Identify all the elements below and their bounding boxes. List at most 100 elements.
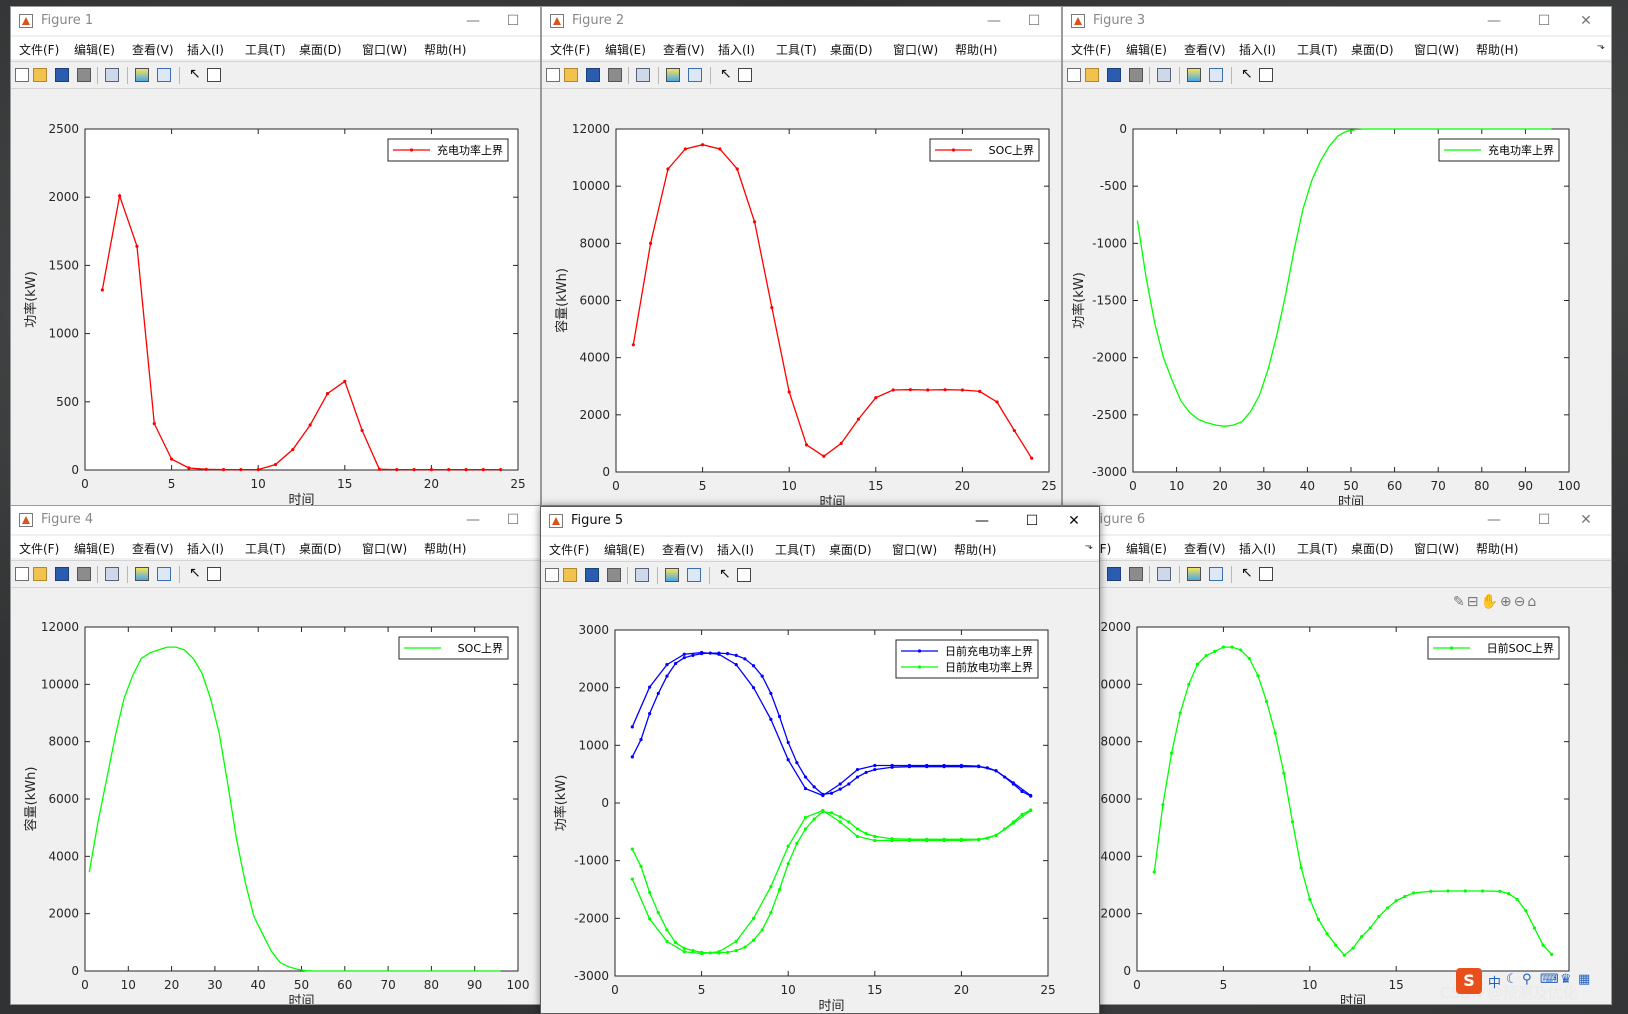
link-plot-icon[interactable] (1157, 567, 1171, 581)
link-plot-icon[interactable] (1157, 68, 1171, 82)
colorbar-icon[interactable] (1187, 68, 1201, 82)
menu-item[interactable]: 编辑(E) (605, 41, 646, 58)
minimize-button[interactable]: — (1481, 11, 1507, 31)
menu-item[interactable]: 插入(I) (1239, 41, 1276, 58)
colorbar-icon[interactable] (1187, 567, 1201, 581)
property-inspector-icon[interactable] (207, 567, 221, 581)
menu-item[interactable]: 工具(T) (245, 540, 286, 557)
pan-icon[interactable]: ✋ (1480, 594, 1499, 610)
menu-item[interactable]: 编辑(E) (74, 540, 115, 557)
menu-item[interactable]: 工具(T) (245, 41, 286, 58)
chinese-input-icon[interactable]: 中 (1488, 972, 1501, 991)
fold-toolbar-icon[interactable]: ⬎ (1597, 41, 1605, 52)
maximize-button[interactable]: ☐ (1019, 511, 1045, 531)
property-inspector-icon[interactable] (207, 68, 221, 82)
shirt-icon[interactable]: ♛ (1560, 972, 1572, 987)
menu-item[interactable]: 窗口(W) (893, 41, 938, 58)
save-figure-icon[interactable] (55, 567, 69, 581)
link-plot-icon[interactable] (105, 567, 119, 581)
edit-plot-pointer-icon[interactable]: ↖ (720, 67, 734, 81)
title-bar[interactable]: Figure 6 — ☐ ✕ (1063, 506, 1611, 534)
legend-icon[interactable] (157, 68, 171, 82)
close-button[interactable]: ✕ (1573, 11, 1599, 31)
print-figure-icon[interactable] (1129, 567, 1143, 581)
menu-item[interactable]: 帮助(H) (955, 41, 997, 58)
menu-item[interactable]: 桌面(D) (830, 41, 873, 58)
menu-item[interactable]: 编辑(E) (74, 41, 115, 58)
zoom-out-icon[interactable]: ⊖ (1514, 594, 1528, 610)
minimize-button[interactable]: — (1481, 510, 1507, 530)
figure-window-fig6[interactable]: Figure 6 — ☐ ✕ 文件(F)编辑(E)查看(V)插入(I)工具(T)… (1062, 505, 1612, 1005)
fold-toolbar-icon[interactable]: ⬎ (1085, 541, 1093, 552)
menu-item[interactable]: 帮助(H) (424, 41, 466, 58)
new-figure-icon[interactable] (1067, 68, 1081, 82)
keyboard-icon[interactable]: ⌨ (1540, 972, 1559, 987)
menu-item[interactable]: 帮助(H) (1476, 41, 1518, 58)
open-file-icon[interactable] (564, 68, 578, 82)
legend-icon[interactable] (157, 567, 171, 581)
open-file-icon[interactable] (563, 568, 577, 582)
link-plot-icon[interactable] (635, 568, 649, 582)
menu-item[interactable]: 工具(T) (776, 41, 817, 58)
menu-item[interactable]: 窗口(W) (362, 41, 407, 58)
colorbar-icon[interactable] (135, 567, 149, 581)
maximize-button[interactable]: ☐ (500, 510, 526, 530)
minimize-button[interactable]: — (460, 11, 486, 31)
print-figure-icon[interactable] (1129, 68, 1143, 82)
new-figure-icon[interactable] (15, 68, 29, 82)
maximize-button[interactable]: ☐ (1021, 11, 1047, 31)
menu-item[interactable]: 帮助(H) (424, 540, 466, 557)
open-file-icon[interactable] (1085, 68, 1099, 82)
property-inspector-icon[interactable] (1259, 68, 1273, 82)
colorbar-icon[interactable] (135, 68, 149, 82)
menu-item[interactable]: 桌面(D) (1351, 41, 1394, 58)
edit-plot-pointer-icon[interactable]: ↖ (189, 566, 203, 580)
menu-item[interactable]: 文件(F) (1071, 41, 1111, 58)
save-figure-icon[interactable] (585, 568, 599, 582)
minimize-button[interactable]: — (969, 511, 995, 531)
sogou-icon[interactable]: S (1456, 968, 1482, 994)
new-figure-icon[interactable] (15, 567, 29, 581)
menu-item[interactable]: 插入(I) (1239, 540, 1276, 557)
legend-icon[interactable] (688, 68, 702, 82)
moon-icon[interactable]: ☾ (1506, 972, 1518, 987)
legend-icon[interactable] (1209, 567, 1223, 581)
save-figure-icon[interactable] (55, 68, 69, 82)
menu-item[interactable]: 插入(I) (187, 41, 224, 58)
maximize-button[interactable]: ☐ (1531, 11, 1557, 31)
open-file-icon[interactable] (33, 567, 47, 581)
save-figure-icon[interactable] (1107, 68, 1121, 82)
menu-item[interactable]: 查看(V) (663, 41, 705, 58)
title-bar[interactable]: Figure 3 — ☐ ✕ (1063, 7, 1611, 35)
menu-item[interactable]: 工具(T) (1297, 540, 1338, 557)
maximize-button[interactable]: ☐ (1531, 510, 1557, 530)
property-inspector-icon[interactable] (738, 68, 752, 82)
menu-item[interactable]: 查看(V) (662, 541, 704, 558)
home-icon[interactable]: ⌂ (1527, 594, 1538, 610)
property-inspector-icon[interactable] (737, 568, 751, 582)
minimize-button[interactable]: — (981, 11, 1007, 31)
menu-item[interactable]: 文件(F) (19, 41, 59, 58)
menu-item[interactable]: 窗口(W) (1414, 41, 1459, 58)
menu-item[interactable]: 文件(F) (550, 41, 590, 58)
menu-item[interactable]: 查看(V) (1184, 41, 1226, 58)
microphone-icon[interactable]: ⚲ (1522, 972, 1532, 987)
menu-item[interactable]: 文件(F) (19, 540, 59, 557)
legend-icon[interactable] (1209, 68, 1223, 82)
print-figure-icon[interactable] (77, 68, 91, 82)
grid-icon[interactable]: ▦ (1578, 972, 1590, 987)
menu-item[interactable]: 工具(T) (775, 541, 816, 558)
print-figure-icon[interactable] (77, 567, 91, 581)
figure-window-fig5[interactable]: Figure 5 — ☐ ✕ 文件(F) 编辑(E) 查看(V) 插入(I) 工具(T)… (540, 506, 1100, 1014)
close-button[interactable]: ✕ (1061, 511, 1087, 531)
minimize-button[interactable]: — (460, 510, 486, 530)
title-bar[interactable]: Figure 1 — ☐ (11, 7, 540, 35)
menu-item[interactable]: 窗口(W) (892, 541, 937, 558)
title-bar[interactable]: Figure 2 — ☐ (542, 7, 1061, 35)
maximize-button[interactable]: ☐ (500, 11, 526, 31)
title-bar[interactable]: Figure 4 — ☐ (11, 506, 540, 534)
legend-icon[interactable] (687, 568, 701, 582)
save-figure-icon[interactable] (1107, 567, 1121, 581)
colorbar-icon[interactable] (665, 568, 679, 582)
menu-item[interactable]: 插入(I) (717, 541, 754, 558)
